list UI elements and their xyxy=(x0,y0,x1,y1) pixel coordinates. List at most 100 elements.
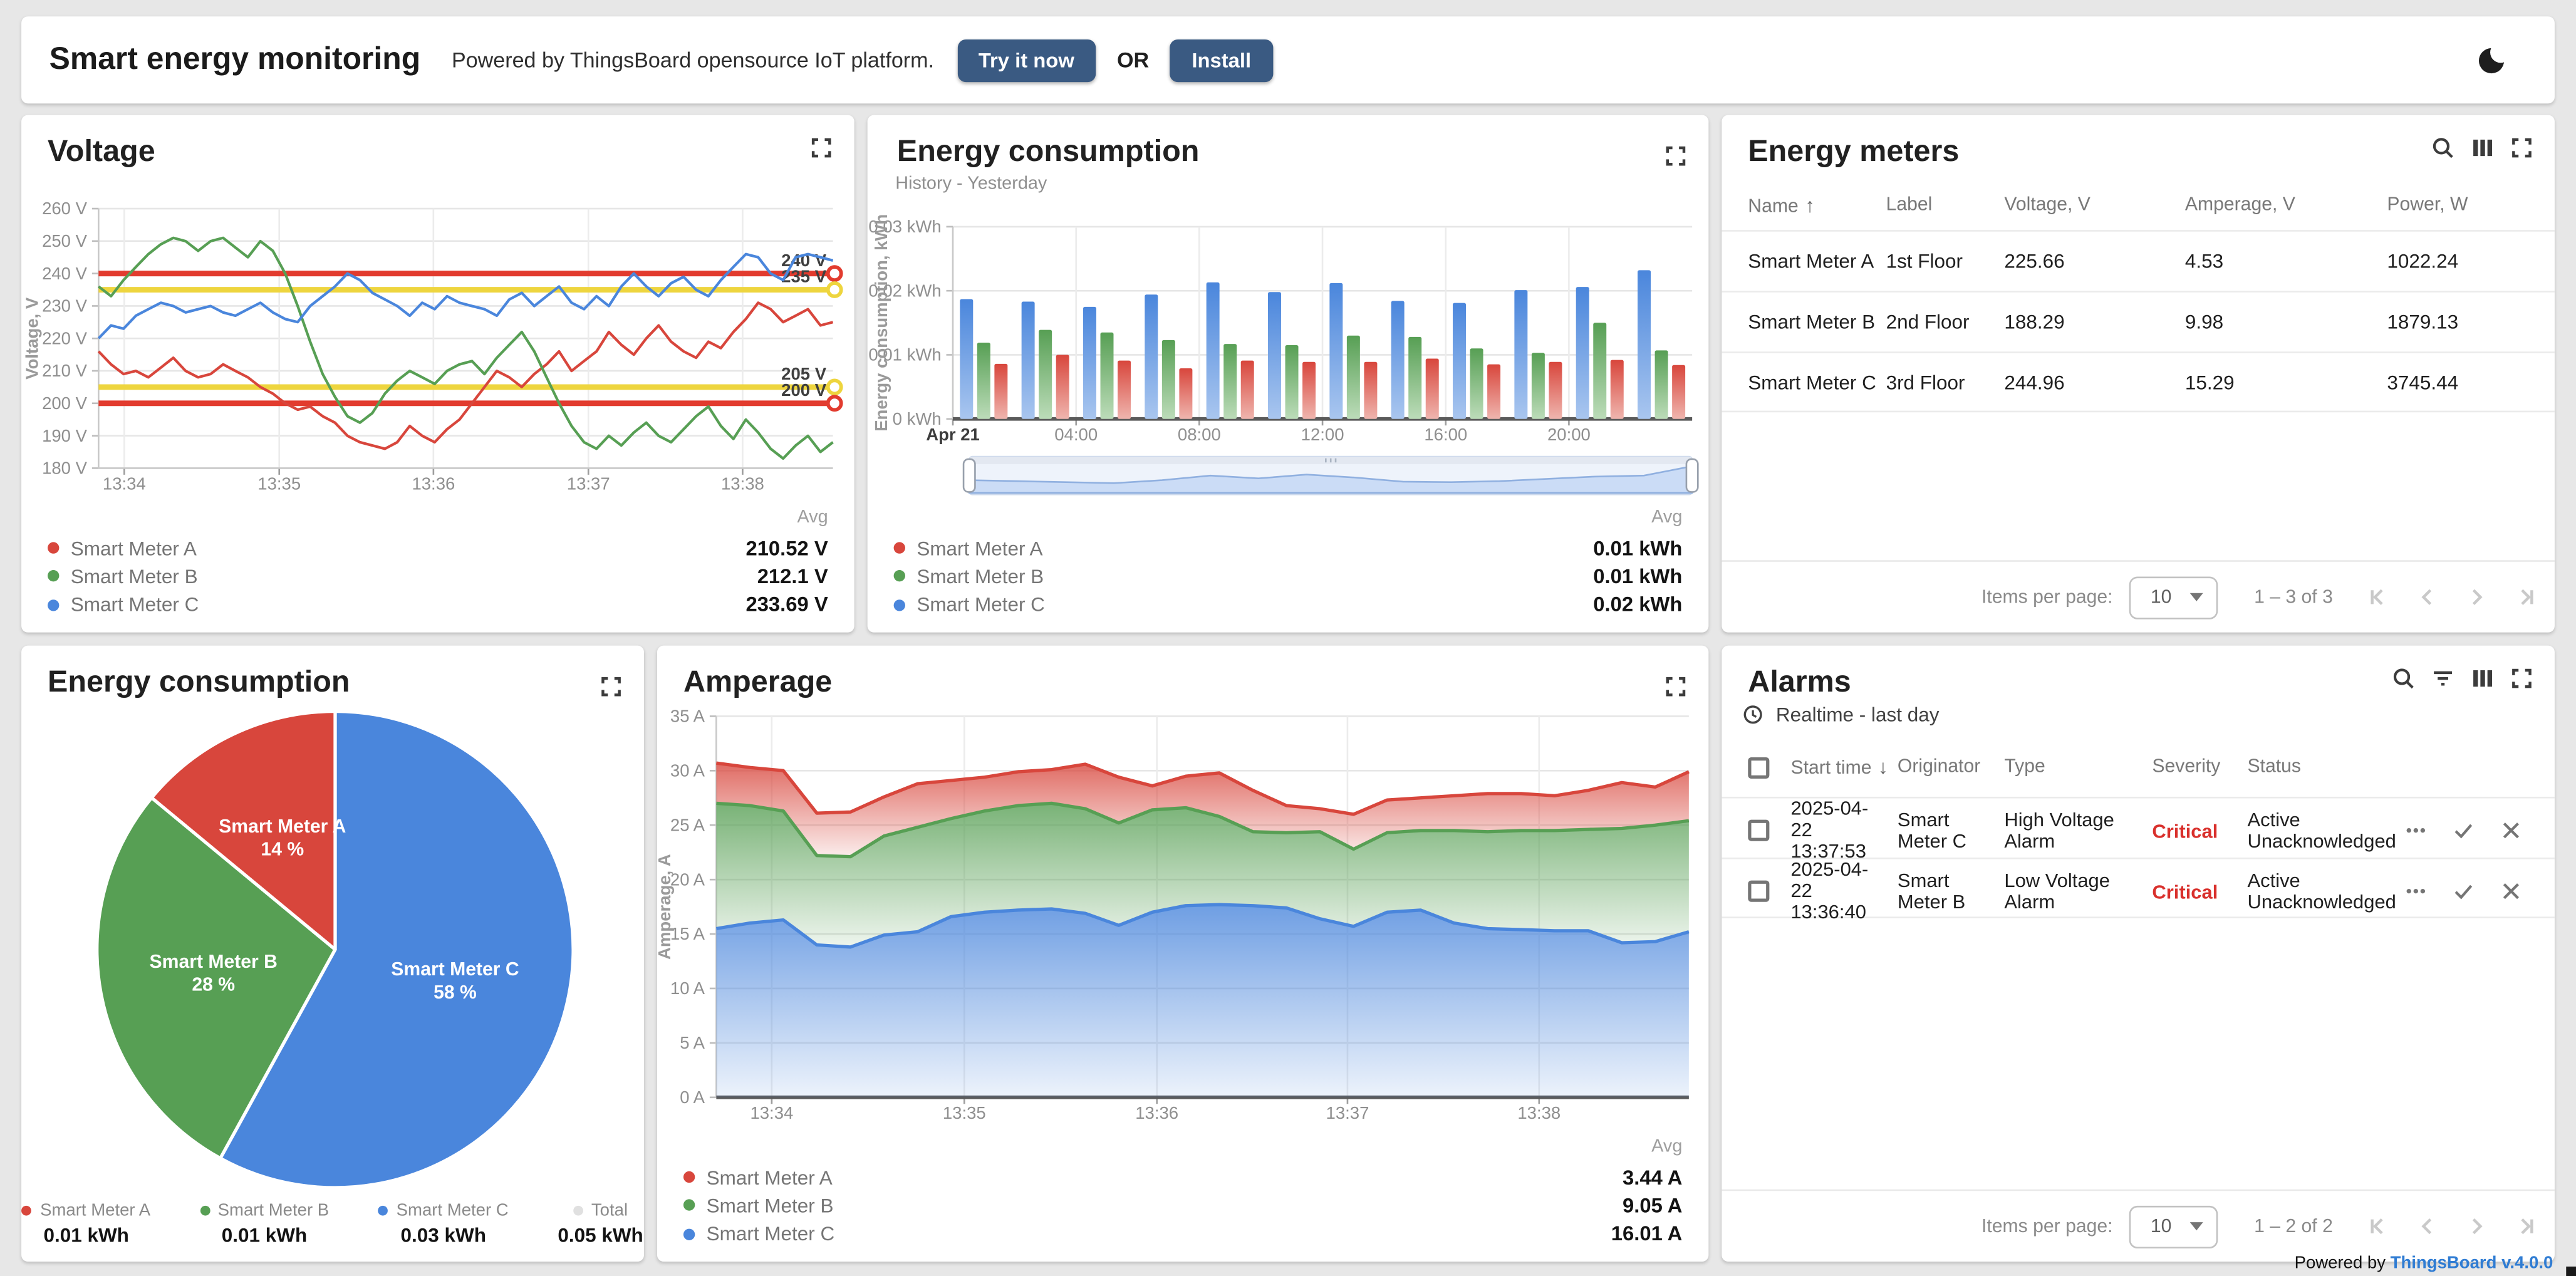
column-header-start-time[interactable]: Start time↓ xyxy=(1790,755,1897,779)
clear-icon[interactable] xyxy=(2499,879,2523,903)
series-color-dot xyxy=(683,1200,695,1211)
or-label: OR xyxy=(1117,48,1149,72)
amperage-legend: Avg Smart Meter A 3.44 A Smart Meter B 9… xyxy=(683,1136,1682,1248)
dark-mode-toggle[interactable] xyxy=(2474,41,2511,79)
more-actions-icon[interactable] xyxy=(2404,818,2428,843)
svg-text:58 %: 58 % xyxy=(434,982,477,1003)
energy-consumption-pie-widget: Energy consumption Smart Meter C58 %Smar… xyxy=(21,646,644,1262)
legend-item[interactable]: Smart Meter A 0.01 kWh xyxy=(894,534,1683,563)
legend-item[interactable]: Smart Meter C 233.69 V xyxy=(48,591,828,620)
column-header-status[interactable]: Status xyxy=(2248,757,2404,777)
alarm-row[interactable]: 2025-04-22 13:36:40 Smart Meter B Low Vo… xyxy=(1722,858,2555,918)
column-header-amperage[interactable]: Amperage, V xyxy=(2185,195,2387,215)
filter-icon[interactable] xyxy=(2430,665,2456,692)
acknowledge-icon[interactable] xyxy=(2451,879,2476,903)
legend-item-total[interactable]: Total 0.05 kWh xyxy=(558,1201,643,1247)
chevron-down-icon xyxy=(2190,1222,2203,1230)
legend-item[interactable]: Smart Meter A 210.52 V xyxy=(48,534,828,563)
acknowledge-icon[interactable] xyxy=(2451,818,2476,843)
page-size-select[interactable]: 10 xyxy=(2129,576,2218,618)
last-page-icon[interactable] xyxy=(2513,1214,2538,1238)
items-per-page-label: Items per page: xyxy=(1981,1216,2113,1236)
legend-item[interactable]: Smart Meter B 0.01 kWh xyxy=(894,562,1683,591)
table-header-row: Name↑ Label Voltage, V Amperage, V Power… xyxy=(1722,184,2555,227)
first-page-icon[interactable] xyxy=(2366,585,2390,609)
thingsboard-version-link[interactable]: ThingsBoard v.4.0.0 xyxy=(2391,1253,2553,1273)
columns-icon[interactable] xyxy=(2470,135,2496,161)
clock-icon xyxy=(1742,703,1765,726)
svg-text:13:36: 13:36 xyxy=(412,474,455,493)
svg-text:Apr 21: Apr 21 xyxy=(926,425,980,444)
svg-text:0 A: 0 A xyxy=(680,1087,705,1107)
column-header-name[interactable]: Name↑ xyxy=(1748,194,1886,217)
energy-consumption-pie-chart[interactable]: Smart Meter C58 %Smart Meter B28 %Smart … xyxy=(21,646,644,1262)
fullscreen-icon[interactable] xyxy=(2508,135,2535,161)
svg-text:20:00: 20:00 xyxy=(1547,425,1591,444)
svg-text:15 A: 15 A xyxy=(670,924,705,943)
svg-text:13:35: 13:35 xyxy=(943,1103,986,1123)
svg-text:20 A: 20 A xyxy=(670,869,705,889)
legend-item[interactable]: Smart Meter C 0.02 kWh xyxy=(894,591,1683,620)
dashboard: Smart energy monitoring Powered by Thing… xyxy=(0,0,2576,1276)
search-icon[interactable] xyxy=(2391,665,2417,692)
svg-text:25 A: 25 A xyxy=(670,815,705,834)
clear-icon[interactable] xyxy=(2499,818,2523,843)
svg-text:13:36: 13:36 xyxy=(1135,1103,1178,1123)
row-checkbox[interactable] xyxy=(1748,881,1769,902)
svg-text:13:37: 13:37 xyxy=(567,474,610,493)
svg-text:13:38: 13:38 xyxy=(721,474,764,493)
voltage-legend: Avg Smart Meter A 210.52 V Smart Meter B… xyxy=(48,507,828,620)
fullscreen-icon[interactable] xyxy=(2508,665,2535,692)
table-row[interactable]: Smart Meter C3rd Floor244.9615.293745.44 xyxy=(1722,351,2555,412)
previous-page-icon[interactable] xyxy=(2415,585,2439,609)
search-icon[interactable] xyxy=(2430,135,2456,161)
last-page-icon[interactable] xyxy=(2513,585,2538,609)
series-color-dot xyxy=(894,599,905,611)
column-header-voltage[interactable]: Voltage, V xyxy=(2004,195,2184,215)
table-row[interactable]: Smart Meter B2nd Floor188.299.981879.13 xyxy=(1722,291,2555,351)
series-color-dot xyxy=(48,599,59,611)
svg-text:Voltage, V: Voltage, V xyxy=(22,297,41,380)
screen-corner-artifact xyxy=(2566,1267,2576,1276)
column-header-label[interactable]: Label xyxy=(1886,195,2005,215)
table-row[interactable]: Smart Meter A1st Floor225.664.531022.24 xyxy=(1722,230,2555,291)
column-header-severity[interactable]: Severity xyxy=(2152,757,2247,777)
first-page-icon[interactable] xyxy=(2366,1214,2390,1238)
svg-text:30 A: 30 A xyxy=(670,760,705,780)
legend-item[interactable]: Smart Meter C 0.03 kWh xyxy=(378,1201,509,1247)
legend-item[interactable]: Smart Meter B 0.01 kWh xyxy=(200,1201,329,1247)
svg-text:210 V: 210 V xyxy=(42,361,88,380)
columns-icon[interactable] xyxy=(2470,665,2496,692)
widget-title: Energy meters xyxy=(1748,133,1959,169)
legend-item[interactable]: Smart Meter B 212.1 V xyxy=(48,562,828,591)
alarm-row[interactable]: 2025-04-22 13:37:53 Smart Meter C High V… xyxy=(1722,797,2555,858)
page-range-label: 1 – 3 of 3 xyxy=(2254,588,2333,607)
legend-item[interactable]: Smart Meter B 9.05 A xyxy=(683,1191,1682,1220)
svg-text:200 V: 200 V xyxy=(42,393,88,413)
svg-text:240 V: 240 V xyxy=(42,264,88,283)
row-checkbox[interactable] xyxy=(1748,820,1769,841)
legend-item[interactable]: Smart Meter A 3.44 A xyxy=(683,1163,1682,1191)
more-actions-icon[interactable] xyxy=(2404,879,2428,903)
items-per-page-label: Items per page: xyxy=(1981,588,2113,607)
alarms-header-row: Start time↓ Originator Type Severity Sta… xyxy=(1722,741,2555,794)
install-button[interactable]: Install xyxy=(1170,39,1272,81)
series-color-dot xyxy=(200,1206,210,1216)
page-size-select[interactable]: 10 xyxy=(2129,1205,2218,1248)
sort-asc-icon: ↑ xyxy=(1805,194,1815,217)
legend-item[interactable]: Smart Meter C 16.01 A xyxy=(683,1220,1682,1248)
try-it-now-button[interactable]: Try it now xyxy=(957,39,1096,81)
svg-text:13:34: 13:34 xyxy=(750,1103,793,1123)
column-header-type[interactable]: Type xyxy=(2004,757,2152,777)
next-page-icon[interactable] xyxy=(2464,585,2489,609)
amperage-widget: Amperage 35 A30 A25 A20 A15 A10 A5 A0 A1… xyxy=(657,646,1708,1262)
series-color-dot xyxy=(894,571,905,582)
column-header-originator[interactable]: Originator xyxy=(1898,757,2004,777)
select-all-checkbox[interactable] xyxy=(1748,757,1769,778)
previous-page-icon[interactable] xyxy=(2415,1214,2439,1238)
timewindow-button[interactable]: Realtime - last day xyxy=(1742,703,1940,726)
next-page-icon[interactable] xyxy=(2464,1214,2489,1238)
column-header-power[interactable]: Power, W xyxy=(2387,195,2538,215)
energy-meters-widget: Energy meters Name↑ Label Voltage, V Amp… xyxy=(1722,115,2555,633)
legend-item[interactable]: Smart Meter A 0.01 kWh xyxy=(22,1201,150,1247)
